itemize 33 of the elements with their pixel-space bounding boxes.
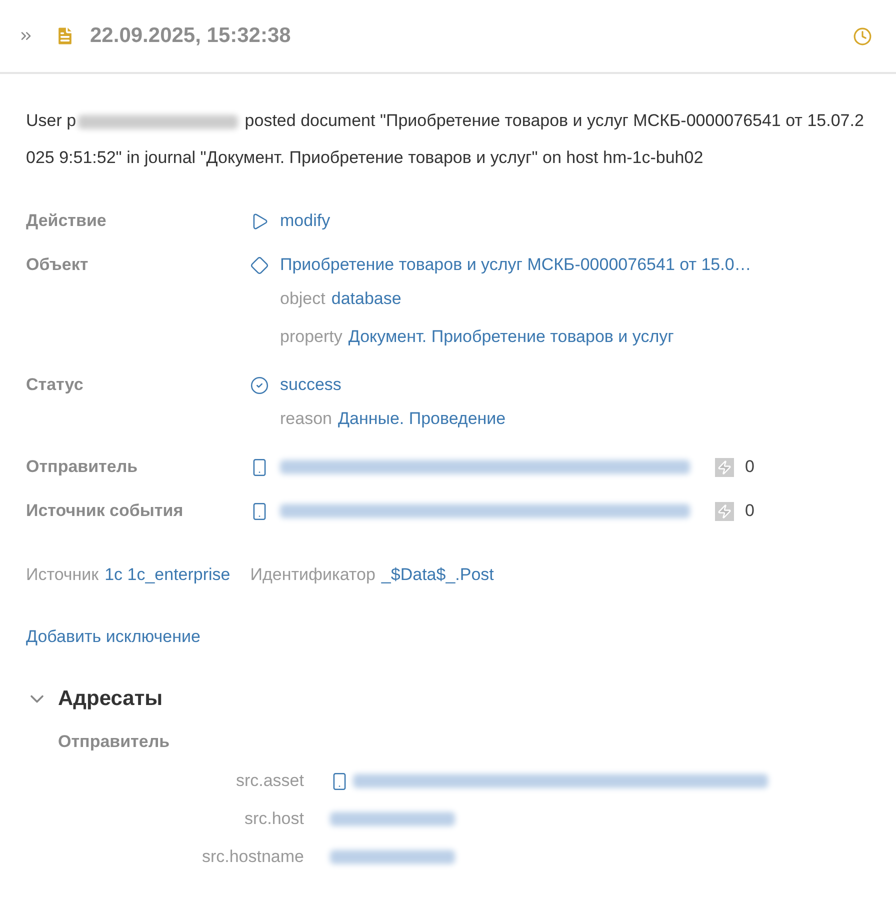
detail-value-link[interactable]: Данные. Проведение	[338, 406, 506, 432]
attribute-key: src.host	[58, 806, 330, 832]
field-label: Статус	[26, 374, 84, 396]
detail-value-link[interactable]: database	[331, 286, 402, 312]
detail-value-link[interactable]: Документ. Приобретение товаров и услуг	[348, 324, 674, 350]
field-value-link[interactable]: Приобретение товаров и услуг МСКБ-0000076541 от 15.0…	[280, 252, 752, 278]
detail-key: reason	[280, 406, 332, 432]
group-title: Отправитель	[58, 732, 170, 750]
diamond-icon	[250, 256, 269, 274]
field-label: Объект	[26, 254, 90, 276]
field-label: Источник события	[26, 500, 184, 522]
event-count: 0	[745, 500, 754, 522]
event-count: 0	[745, 456, 754, 478]
attribute-key: src.hostname	[58, 844, 330, 870]
detail-key: object	[280, 286, 326, 312]
lightning-icon	[715, 502, 734, 520]
detail-key: property	[280, 324, 342, 350]
meta-key: Источник	[26, 562, 99, 588]
check-circle-icon	[250, 376, 269, 394]
section-title: Адресаты	[58, 686, 163, 712]
field-value-link[interactable]: modify	[280, 208, 330, 234]
meta-value-link[interactable]: 1c 1c_enterprise	[104, 562, 230, 588]
field-label: Действие	[26, 210, 108, 232]
event-summary: User p posted document "Приобретение товаров и услуг МСКБ-0000076541 от 15.07.2025 9:51:52" in journal "Документ. Приобретение товаров и услуг" on host hm-1c-buh02	[26, 110, 865, 169]
meta-key: Идентификатор	[250, 562, 376, 588]
field-label: Отправитель	[26, 456, 139, 478]
attribute-key: src.asset	[58, 768, 330, 794]
field-value-link[interactable]: success	[280, 372, 342, 398]
add-exception-link[interactable]: Добавить исключение	[26, 624, 200, 649]
meta-value-link[interactable]: _$Data$_.Post	[381, 562, 494, 588]
event-timestamp: 22.09.2025, 15:32:38	[90, 23, 291, 50]
clock-icon[interactable]	[853, 26, 872, 46]
lightning-icon	[715, 458, 734, 476]
